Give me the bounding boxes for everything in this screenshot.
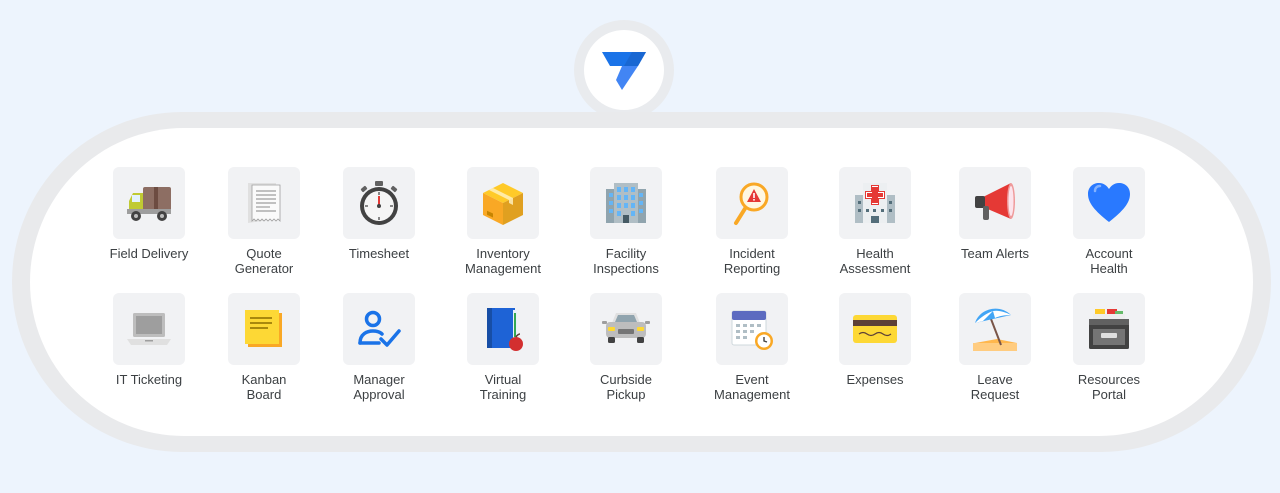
credit-card-icon [851,305,899,353]
appsheet-logo-icon [602,52,646,90]
stopwatch-icon [355,179,403,227]
app-icon-box[interactable] [343,167,415,239]
app-tile-incident-reporting[interactable]: Incident Reporting [682,167,822,276]
app-icon-box[interactable] [467,167,539,239]
megaphone-icon [971,179,1019,227]
app-label: Expenses [846,372,904,387]
app-tile-timesheet[interactable]: Timesheet [309,167,449,261]
app-icon-box[interactable] [959,167,1031,239]
app-tile-virtual-training[interactable]: Virtual Training [433,293,573,402]
app-icon-box[interactable] [113,293,185,365]
app-icon-box[interactable] [590,293,662,365]
app-tile-resources-portal[interactable]: Resources Portal [1039,293,1179,402]
app-icon-box[interactable] [1073,167,1145,239]
app-label: Resources Portal [1077,372,1141,402]
car-icon [602,305,650,353]
magnifier-warning-icon [728,179,776,227]
app-label: Curbside Pickup [599,372,653,402]
app-icon-box[interactable] [716,167,788,239]
sticky-note-icon [240,305,288,353]
app-icon-box[interactable] [343,293,415,365]
logo-ring [574,20,674,120]
beach-umbrella-icon [971,305,1019,353]
app-label: Virtual Training [479,372,527,402]
app-label: Manager Approval [353,372,405,402]
app-label: Facility Inspections [593,246,659,276]
app-label: Account Health [1085,246,1133,276]
app-tile-health-assessment[interactable]: Health Assessment [805,167,945,276]
blue-heart-icon [1085,179,1133,227]
app-tile-curbside-pickup[interactable]: Curbside Pickup [556,293,696,402]
calendar-clock-icon [728,305,776,353]
app-icon-box[interactable] [228,293,300,365]
app-label: Incident Reporting [723,246,781,276]
app-label: Event Management [714,372,790,402]
app-icon-box[interactable] [959,293,1031,365]
app-icon-box[interactable] [590,167,662,239]
package-icon [479,179,527,227]
app-icon-box[interactable] [1073,293,1145,365]
app-tile-event-management[interactable]: Event Management [682,293,822,402]
app-icon-box[interactable] [716,293,788,365]
notebook-apple-icon [479,305,527,353]
app-icon-box[interactable] [113,167,185,239]
app-tile-facility-inspections[interactable]: Facility Inspections [556,167,696,276]
app-label: Inventory Management [465,246,541,276]
user-check-icon [355,305,403,353]
app-tile-manager-approval[interactable]: Manager Approval [309,293,449,402]
laptop-icon [125,305,173,353]
app-label: Timesheet [348,246,410,261]
app-icon-box[interactable] [228,167,300,239]
app-tile-expenses[interactable]: Expenses [805,293,945,387]
logo-badge[interactable] [584,30,664,110]
app-label: Health Assessment [839,246,911,276]
receipt-icon [240,179,288,227]
card-file-box-icon [1085,305,1133,353]
app-tile-account-health[interactable]: Account Health [1039,167,1179,276]
app-icon-box[interactable] [839,293,911,365]
app-icon-box[interactable] [839,167,911,239]
app-icon-box[interactable] [467,293,539,365]
app-tile-inventory-management[interactable]: Inventory Management [433,167,573,276]
office-building-icon [602,179,650,227]
hospital-icon [851,179,899,227]
delivery-truck-icon [125,179,173,227]
